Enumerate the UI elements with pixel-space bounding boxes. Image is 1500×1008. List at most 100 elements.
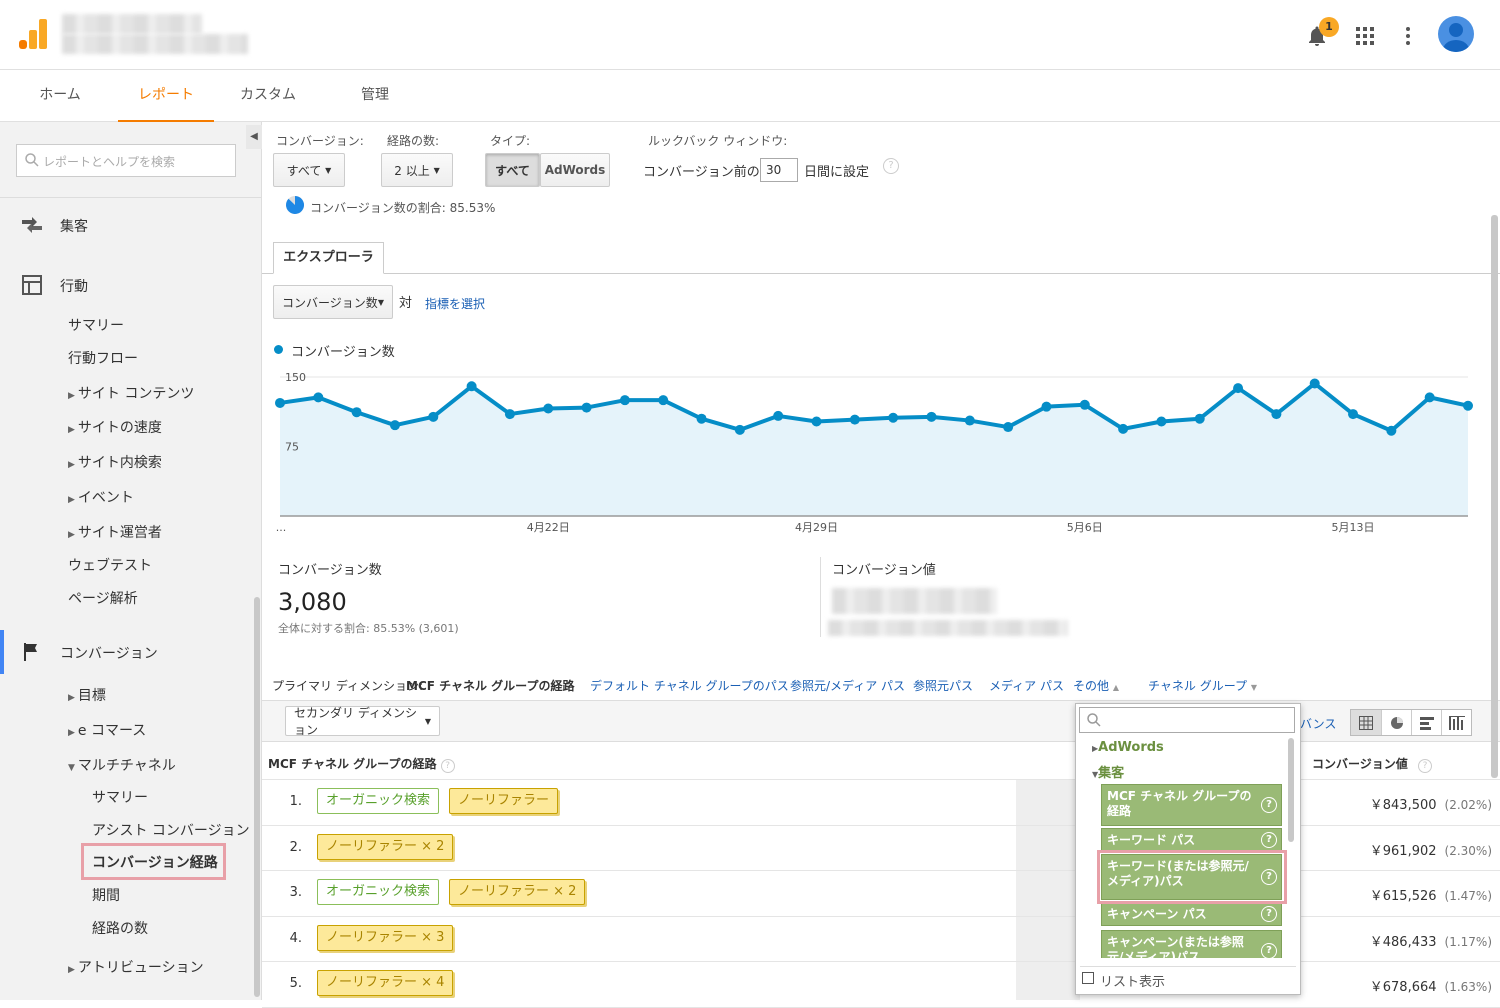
- sidebar-item-top-conversion-paths[interactable]: コンバージョン経路: [92, 852, 218, 872]
- dropdown-group-acquisition[interactable]: ▼集客: [1092, 762, 1124, 781]
- more-vert-icon[interactable]: [1398, 26, 1418, 46]
- primary-dimension-active[interactable]: MCF チャネル グループの経路: [406, 677, 574, 694]
- sidebar-item-assisted-conversions[interactable]: アシスト コンバージョン: [92, 820, 250, 840]
- help-icon[interactable]: ?: [1261, 906, 1277, 922]
- dropdown-item-campaign-path[interactable]: キャンペーン パス?: [1101, 902, 1282, 926]
- sidebar-item-behavior[interactable]: 行動: [60, 276, 88, 296]
- select-metric-link[interactable]: 指標を選択: [425, 295, 485, 312]
- comparison-view-icon[interactable]: [1441, 710, 1471, 735]
- type-adwords-button[interactable]: AdWords: [540, 153, 610, 187]
- scorecard-value-blurred: [832, 588, 997, 614]
- sampling-text: コンバージョン数の割合: 85.53%: [310, 201, 496, 215]
- caret-down-icon: ▼: [433, 165, 440, 175]
- sidebar-item-goals[interactable]: ▶ 目標: [68, 685, 106, 705]
- dimension-medium-path[interactable]: メディア パス: [989, 677, 1064, 694]
- dropdown-group-adwords-label: AdWords: [1098, 740, 1164, 755]
- dropdown-item-mcf-path[interactable]: MCF チャネル グループの経路?: [1101, 784, 1282, 826]
- sidebar-item-acquisition[interactable]: 集客: [60, 216, 88, 236]
- table-view-icon[interactable]: [1351, 710, 1381, 735]
- tab-home[interactable]: ホーム: [20, 70, 100, 122]
- table-row[interactable]: 4. ノーリファラー × 3 ￥486,433 (1.17%): [262, 917, 1500, 963]
- sidebar-item-site-speed[interactable]: ▶ サイトの速度: [68, 417, 162, 437]
- list-view-checkbox[interactable]: [1082, 972, 1094, 984]
- conversion-select[interactable]: すべて ▼: [273, 153, 345, 187]
- sidebar-item-path-length[interactable]: 経路の数: [92, 918, 148, 938]
- dropdown-scrollbar[interactable]: [1288, 738, 1294, 842]
- tab-reports[interactable]: レポート: [118, 70, 214, 122]
- flag-icon: [22, 642, 42, 666]
- help-icon[interactable]: ?: [883, 158, 899, 174]
- sidebar-item-label: サイト内検索: [77, 455, 162, 471]
- conversions-chart[interactable]: 150 75... 4月22日 4月29日 5月6日 5月13日: [262, 360, 1500, 540]
- data-point: [1309, 378, 1320, 389]
- right-scrollbar[interactable]: [1491, 215, 1498, 778]
- sidebar-scrollbar[interactable]: [254, 597, 260, 997]
- table-row[interactable]: 3. オーガニック検索 ノーリファラー × 2 ￥615,526 (1.47%): [262, 871, 1500, 917]
- bar-view-icon[interactable]: [1411, 710, 1441, 735]
- sidebar-item-publisher[interactable]: ▶ サイト運営者: [68, 522, 162, 542]
- sidebar-item-experiments[interactable]: ウェブテスト: [68, 555, 152, 575]
- table-header-value[interactable]: コンバージョン値 ?: [1312, 755, 1432, 773]
- dropdown-search-input[interactable]: [1079, 707, 1295, 733]
- table-row[interactable]: 1. オーガニック検索 ノーリファラー ￥843,500 (2.02%): [262, 780, 1500, 826]
- type-all-button[interactable]: すべて: [485, 153, 540, 187]
- data-point: [1386, 425, 1397, 436]
- tab-custom[interactable]: カスタム: [228, 70, 308, 122]
- help-icon[interactable]: ?: [1261, 943, 1277, 958]
- advanced-link[interactable]: バンス: [1300, 715, 1336, 732]
- sidebar-collapse-button[interactable]: ◀: [246, 125, 262, 149]
- account-name-blurred[interactable]: [62, 14, 202, 34]
- pie-view-icon[interactable]: [1381, 710, 1411, 735]
- dimension-other[interactable]: その他 ▲: [1073, 677, 1119, 694]
- apps-grid-icon[interactable]: [1355, 26, 1375, 46]
- sidebar-item-page-analytics[interactable]: ページ解析: [68, 588, 138, 608]
- sidebar-item-behavior-flow[interactable]: 行動フロー: [68, 348, 138, 368]
- sidebar-item-attribution[interactable]: ▶ アトリビューション: [68, 957, 204, 977]
- tab-admin[interactable]: 管理: [340, 70, 410, 122]
- y-tick-label: 150: [285, 371, 306, 384]
- help-icon[interactable]: ?: [1261, 832, 1277, 848]
- secondary-dimension-select[interactable]: セカンダリ ディメンション ▼: [285, 706, 440, 737]
- x-tick-label: 4月22日: [527, 521, 570, 534]
- dimension-source-medium-path[interactable]: 参照元/メディア パス: [790, 677, 905, 694]
- dimension-source-path[interactable]: 参照元パス: [913, 677, 973, 694]
- data-point: [773, 410, 784, 421]
- dropdown-item-label: キャンペーン パス: [1107, 907, 1207, 921]
- sidebar-item-mcf-summary[interactable]: サマリー: [92, 787, 148, 807]
- tab-explorer[interactable]: エクスプローラ: [273, 242, 384, 274]
- sidebar-item-conversions[interactable]: コンバージョン: [60, 643, 158, 663]
- dropdown-item-campaign-source-path[interactable]: キャンペーン(または参照元/メディア)パス?: [1101, 930, 1282, 958]
- paths-select[interactable]: 2 以上 ▼: [381, 153, 453, 187]
- table-row[interactable]: 2. ノーリファラー × 2 ￥961,902 (2.30%): [262, 826, 1500, 872]
- table-row[interactable]: 5. ノーリファラー × 4 ￥678,664 (1.63%): [262, 962, 1500, 1008]
- metric-select[interactable]: コンバージョン数 ▼: [273, 285, 393, 319]
- sidebar-search[interactable]: レポートとヘルプを検索: [16, 144, 236, 177]
- triangle-right-icon: ▶: [68, 965, 75, 975]
- analytics-logo[interactable]: [18, 18, 48, 50]
- help-icon[interactable]: ?: [1261, 797, 1277, 813]
- help-icon[interactable]: ?: [440, 759, 455, 773]
- sidebar-item-multichannel[interactable]: ▼ マルチチャネル: [68, 755, 176, 775]
- conversion-select-value: すべて: [286, 163, 322, 178]
- sidebar-item-summary[interactable]: サマリー: [68, 315, 124, 335]
- sidebar-item-ecommerce[interactable]: ▶ e コマース: [68, 720, 146, 740]
- row-value-percent: (2.02%): [1444, 798, 1492, 812]
- sidebar-item-site-search[interactable]: ▶ サイト内検索: [68, 452, 162, 472]
- x-tick-label: 5月6日: [1067, 521, 1103, 534]
- main-nav: ホーム レポート カスタム 管理: [0, 70, 1500, 122]
- avatar[interactable]: [1438, 16, 1474, 52]
- lookback-days-input[interactable]: 30: [760, 158, 798, 182]
- dimension-channel-group[interactable]: チャネル グループ ▼: [1148, 677, 1257, 694]
- property-name-blurred[interactable]: [62, 34, 248, 54]
- dropdown-item-keyword-path[interactable]: キーワード パス?: [1101, 828, 1282, 852]
- data-point: [734, 424, 745, 435]
- sidebar-item-time-lag[interactable]: 期間: [92, 885, 120, 905]
- table-header-path[interactable]: MCF チャネル グループの経路 ?: [268, 755, 455, 773]
- sidebar-item-site-content[interactable]: ▶ サイト コンテンツ: [68, 383, 194, 403]
- row-value-percent: (1.17%): [1444, 934, 1492, 949]
- dimension-default-channel-path[interactable]: デフォルト チャネル グループのパス: [590, 677, 789, 694]
- help-icon[interactable]: ?: [1417, 759, 1432, 773]
- sidebar-item-events[interactable]: ▶ イベント: [68, 487, 134, 507]
- data-point: [313, 392, 324, 403]
- dropdown-group-adwords[interactable]: ▶AdWords: [1092, 740, 1164, 755]
